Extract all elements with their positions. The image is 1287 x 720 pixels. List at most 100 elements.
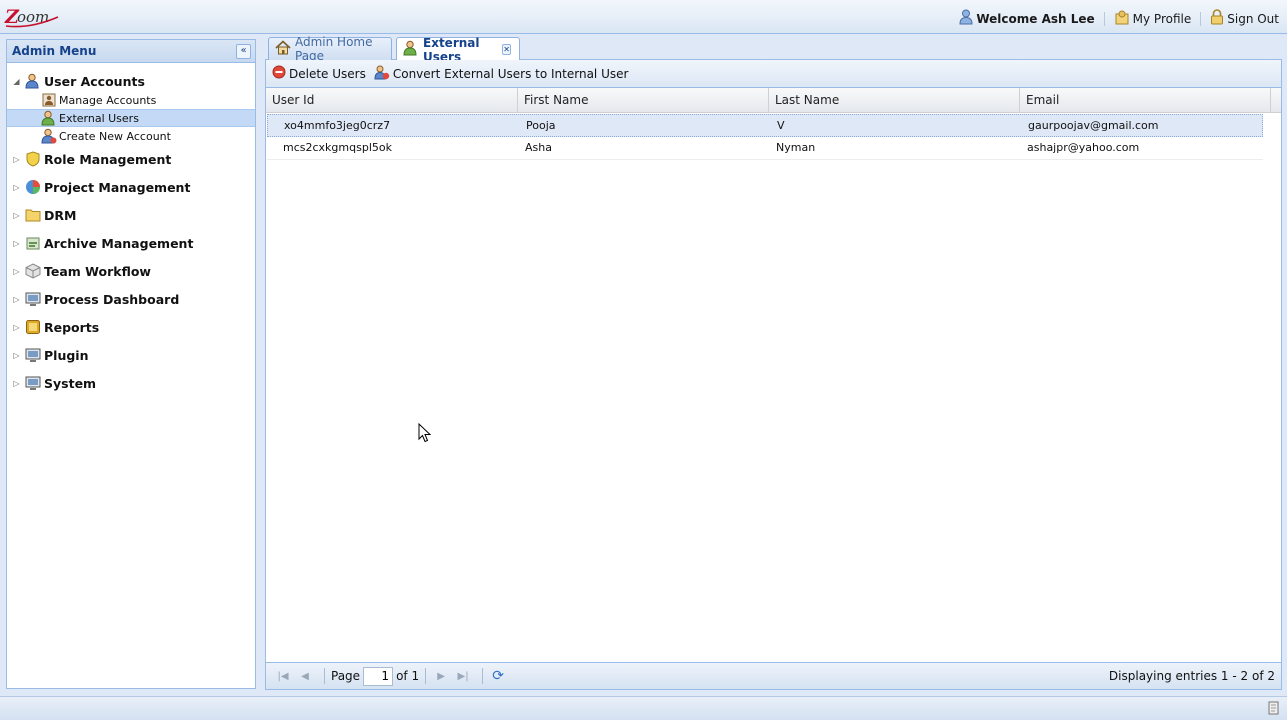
next-page-icon[interactable]: ▶ <box>432 667 450 685</box>
my-profile-label: My Profile <box>1132 11 1192 26</box>
expand-arrow-icon[interactable]: ▷ <box>11 351 22 360</box>
menu-group-role-management[interactable]: ▷ Role Management <box>7 145 255 173</box>
tab-label: Admin Home Page <box>295 35 373 63</box>
pie-chart-icon <box>24 179 42 195</box>
collapse-panel-button[interactable]: « <box>236 43 251 59</box>
workflow-icon <box>24 263 42 279</box>
menu-group-reports[interactable]: ▷ Reports <box>7 313 255 341</box>
expand-arrow-icon[interactable]: ▷ <box>11 267 22 276</box>
cell-first-name: Asha <box>525 141 552 154</box>
refresh-icon[interactable]: ⟳ <box>489 667 507 685</box>
expand-arrow-icon[interactable]: ▷ <box>11 323 22 332</box>
first-page-icon[interactable]: |◀ <box>274 667 292 685</box>
menu-group-user-accounts[interactable]: ◢ User Accounts <box>7 71 255 91</box>
column-header-user-id[interactable]: User Id <box>266 88 518 113</box>
shield-icon <box>24 151 42 167</box>
cell-last-name: Nyman <box>776 141 816 154</box>
menu-item-create-new-account[interactable]: Create New Account <box>7 127 255 145</box>
close-tab-icon[interactable]: ✕ <box>502 44 511 55</box>
page-count-label: of 1 <box>396 669 420 683</box>
user-icon <box>959 9 973 28</box>
column-header-email[interactable]: Email <box>1020 88 1271 113</box>
page-number-input[interactable] <box>363 666 394 686</box>
column-header-first-name[interactable]: First Name <box>518 88 769 113</box>
svg-text:oom: oom <box>17 8 49 26</box>
convert-users-label: Convert External Users to Internal User <box>392 66 629 81</box>
expand-arrow-icon[interactable]: ▷ <box>11 295 22 304</box>
sign-out-link[interactable]: Sign Out <box>1210 9 1279 28</box>
convert-users-icon <box>374 65 390 83</box>
page-label: Page <box>331 669 361 683</box>
collapse-arrow-icon[interactable]: ◢ <box>11 77 22 86</box>
monitor-icon <box>24 375 42 391</box>
menu-item-external-users[interactable]: External Users <box>7 109 255 127</box>
table-row[interactable]: mcs2cxkgmqspl5ok Asha Nyman ashajpr@yaho… <box>267 137 1263 160</box>
mouse-cursor-icon <box>418 422 432 446</box>
delete-users-button[interactable]: Delete Users <box>272 65 366 82</box>
my-profile-link[interactable]: My Profile <box>1114 9 1192 28</box>
cell-last-name: V <box>777 119 785 132</box>
lock-icon <box>1210 9 1224 28</box>
expand-arrow-icon[interactable]: ▷ <box>11 211 22 220</box>
admin-menu-title: Admin Menu <box>12 44 97 58</box>
menu-group-label: Role Management <box>44 151 172 167</box>
status-bar <box>0 696 1287 720</box>
top-header: Z oom Welcome Ash Lee My Profile Sign Ou… <box>0 0 1287 34</box>
home-icon <box>275 40 291 58</box>
expand-arrow-icon[interactable]: ▷ <box>11 183 22 192</box>
admin-menu-panel: Admin Menu « ◢ User Accounts Manage Acco… <box>6 39 256 689</box>
grid-toolbar: Delete Users Convert External Users to I… <box>266 60 1281 88</box>
paging-toolbar: |◀ ◀ Page of 1 ▶ ▶| ⟳ Displaying entries… <box>266 662 1281 689</box>
delete-icon <box>272 65 286 82</box>
menu-group-label: Team Workflow <box>44 263 151 279</box>
menu-group-label: Reports <box>44 319 100 335</box>
divider <box>425 668 427 684</box>
menu-item-label: Manage Accounts <box>59 93 157 107</box>
menu-group-label: User Accounts <box>44 73 145 89</box>
admin-menu-header: Admin Menu « <box>7 40 255 63</box>
table-row[interactable]: xo4mmfo3jeg0crz7 Pooja V gaurpoojav@gmai… <box>267 114 1263 137</box>
user-accounts-icon <box>24 73 42 89</box>
divider <box>1200 11 1202 26</box>
menu-group-drm[interactable]: ▷ DRM <box>7 201 255 229</box>
paging-status: Displaying entries 1 - 2 of 2 <box>1108 669 1275 683</box>
archive-icon <box>24 235 42 251</box>
divider <box>482 668 484 684</box>
external-users-icon <box>41 110 57 126</box>
menu-group-label: DRM <box>44 207 77 223</box>
last-page-icon[interactable]: ▶| <box>454 667 472 685</box>
reports-icon <box>24 319 42 335</box>
menu-group-team-workflow[interactable]: ▷ Team Workflow <box>7 257 255 285</box>
menu-group-label: System <box>44 375 97 391</box>
column-header-last-name[interactable]: Last Name <box>769 88 1020 113</box>
menu-group-process-dashboard[interactable]: ▷ Process Dashboard <box>7 285 255 313</box>
cell-first-name: Pooja <box>526 119 556 132</box>
expand-arrow-icon[interactable]: ▷ <box>11 155 22 164</box>
expand-arrow-icon[interactable]: ▷ <box>11 239 22 248</box>
menu-group-label: Project Management <box>44 179 191 195</box>
status-document-icon <box>1267 701 1281 718</box>
profile-icon <box>1114 9 1130 28</box>
divider <box>324 668 325 684</box>
welcome-user: Welcome Ash Lee <box>959 9 1095 28</box>
previous-page-icon[interactable]: ◀ <box>296 667 314 685</box>
grid-header: User Id First Name Last Name Email <box>266 88 1281 113</box>
menu-group-plugin[interactable]: ▷ Plugin <box>7 341 255 369</box>
external-users-panel: Delete Users Convert External Users to I… <box>265 60 1282 690</box>
menu-group-project-management[interactable]: ▷ Project Management <box>7 173 255 201</box>
zoom-logo[interactable]: Z oom <box>4 3 60 31</box>
menu-group-system[interactable]: ▷ System <box>7 369 255 397</box>
menu-item-label: Create New Account <box>59 129 171 143</box>
tab-admin-home-page[interactable]: Admin Home Page <box>268 35 392 63</box>
cell-user-id: xo4mmfo3jeg0crz7 <box>284 119 391 132</box>
convert-users-button[interactable]: Convert External Users to Internal User <box>374 65 629 83</box>
menu-group-archive-management[interactable]: ▷ Archive Management <box>7 229 255 257</box>
menu-item-manage-accounts[interactable]: Manage Accounts <box>7 91 255 109</box>
delete-users-label: Delete Users <box>289 66 366 81</box>
menu-group-label: Archive Management <box>44 235 194 251</box>
tab-external-users[interactable]: External Users ✕ <box>396 36 520 64</box>
manage-accounts-icon <box>41 92 57 108</box>
divider <box>1103 11 1105 26</box>
cell-email: ashajpr@yahoo.com <box>1027 141 1140 154</box>
expand-arrow-icon[interactable]: ▷ <box>11 379 22 388</box>
